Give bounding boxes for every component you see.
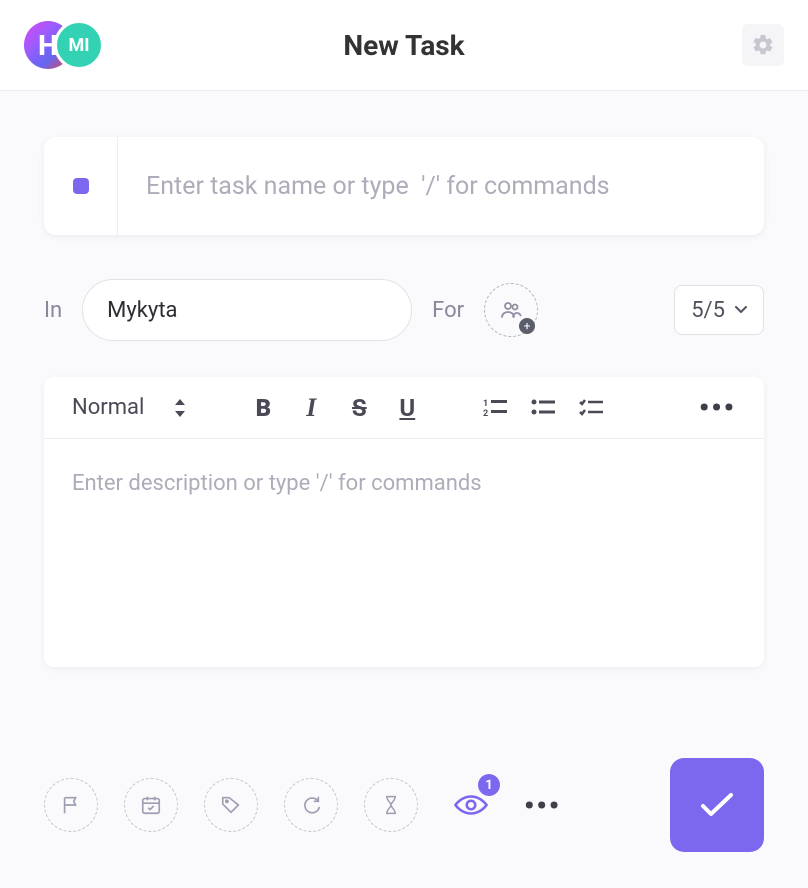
calendar-icon xyxy=(140,794,162,816)
tag-icon xyxy=(220,794,242,816)
avatar-group: H MI xyxy=(24,20,104,70)
priority-button[interactable] xyxy=(44,778,98,832)
eye-icon xyxy=(454,793,488,817)
footer-toolbar: 1 ••• xyxy=(0,730,808,888)
bullet-list-icon xyxy=(531,398,555,418)
gear-icon xyxy=(751,33,775,57)
description-input[interactable]: Enter description or type '/' for comman… xyxy=(44,439,764,667)
svg-text:2: 2 xyxy=(483,409,488,418)
sort-icon xyxy=(174,399,186,417)
tags-button[interactable] xyxy=(204,778,258,832)
footer-more-button[interactable]: ••• xyxy=(524,789,561,822)
avatar-letter: MI xyxy=(68,35,89,56)
format-dropdown[interactable]: Normal xyxy=(72,395,186,420)
task-name-row xyxy=(44,137,764,235)
editor-toolbar: Normal B I S U 12 xyxy=(44,377,764,439)
svg-text:1: 1 xyxy=(483,399,488,409)
watchers-count-badge: 1 xyxy=(478,774,500,796)
ordered-list-icon: 12 xyxy=(483,398,507,418)
status-selector[interactable] xyxy=(44,137,118,235)
checklist-button[interactable] xyxy=(576,394,606,422)
in-label: In xyxy=(44,298,62,323)
counter-value: 5/5 xyxy=(691,298,725,323)
assignee-button[interactable]: + xyxy=(484,283,538,337)
description-placeholder: Enter description or type '/' for comman… xyxy=(72,471,736,496)
bullet-list-button[interactable] xyxy=(528,394,558,422)
repeat-icon xyxy=(300,794,322,816)
check-icon xyxy=(699,791,735,819)
settings-button[interactable] xyxy=(742,24,784,66)
page-title: New Task xyxy=(343,29,464,62)
submit-button[interactable] xyxy=(670,758,764,852)
format-label: Normal xyxy=(72,395,144,420)
for-label: For xyxy=(432,298,464,323)
hourglass-icon xyxy=(381,794,401,816)
strikethrough-button[interactable]: S xyxy=(344,394,374,422)
location-picker[interactable]: Mykyta xyxy=(82,279,412,341)
ordered-list-button[interactable]: 12 xyxy=(480,394,510,422)
people-icon xyxy=(499,298,523,322)
reminder-button[interactable] xyxy=(284,778,338,832)
header: H MI New Task xyxy=(0,0,808,91)
status-chip-icon xyxy=(73,178,89,194)
flag-icon xyxy=(60,794,82,816)
watchers-button[interactable]: 1 xyxy=(444,778,498,832)
counter-dropdown[interactable]: 5/5 xyxy=(674,285,764,335)
date-button[interactable] xyxy=(124,778,178,832)
italic-button[interactable]: I xyxy=(296,394,326,422)
toolbar-more-button[interactable]: ••• xyxy=(699,391,736,424)
task-name-input[interactable] xyxy=(118,172,764,201)
checklist-icon xyxy=(579,398,603,418)
bold-button[interactable]: B xyxy=(248,394,278,422)
plus-icon: + xyxy=(519,318,535,334)
location-value: Mykyta xyxy=(107,298,177,323)
underline-button[interactable]: U xyxy=(392,394,422,422)
description-editor: Normal B I S U 12 xyxy=(44,377,764,667)
user-avatar[interactable]: MI xyxy=(54,20,104,70)
caret-down-icon xyxy=(735,306,747,314)
estimate-button[interactable] xyxy=(364,778,418,832)
